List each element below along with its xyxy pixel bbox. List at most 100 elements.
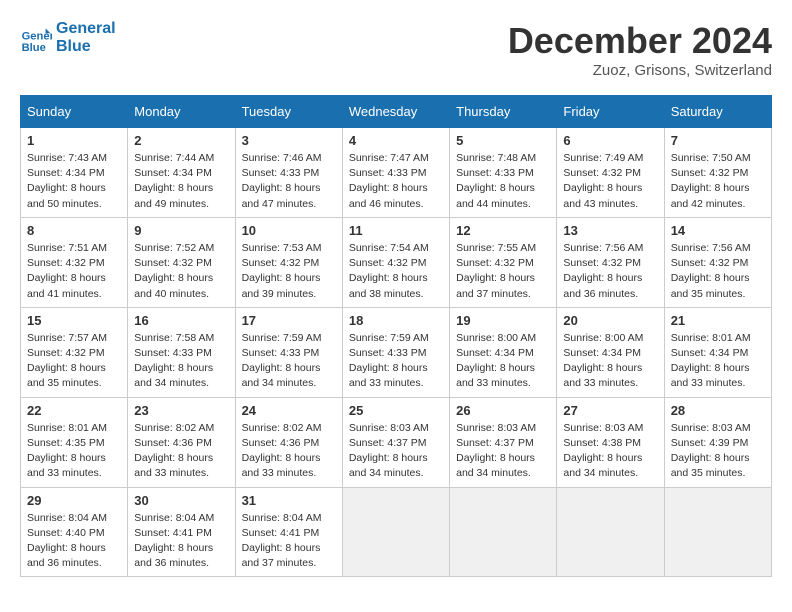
day-cell-9: 9 Sunrise: 7:52 AM Sunset: 4:32 PM Dayli… bbox=[128, 217, 235, 307]
day-info: Sunrise: 7:54 AM Sunset: 4:32 PM Dayligh… bbox=[349, 241, 443, 302]
day-number: 28 bbox=[671, 403, 765, 418]
calendar-table: Sunday Monday Tuesday Wednesday Thursday… bbox=[20, 95, 772, 577]
day-number: 29 bbox=[27, 493, 121, 508]
day-number: 4 bbox=[349, 133, 443, 148]
day-number: 25 bbox=[349, 403, 443, 418]
day-cell-11: 11 Sunrise: 7:54 AM Sunset: 4:32 PM Dayl… bbox=[342, 217, 449, 307]
day-info: Sunrise: 7:56 AM Sunset: 4:32 PM Dayligh… bbox=[563, 241, 657, 302]
day-cell-3: 3 Sunrise: 7:46 AM Sunset: 4:33 PM Dayli… bbox=[235, 128, 342, 218]
day-cell-6: 6 Sunrise: 7:49 AM Sunset: 4:32 PM Dayli… bbox=[557, 128, 664, 218]
day-info: Sunrise: 8:00 AM Sunset: 4:34 PM Dayligh… bbox=[456, 331, 550, 392]
week-row-2: 8 Sunrise: 7:51 AM Sunset: 4:32 PM Dayli… bbox=[21, 217, 772, 307]
header-wednesday: Wednesday bbox=[342, 96, 449, 128]
day-cell-18: 18 Sunrise: 7:59 AM Sunset: 4:33 PM Dayl… bbox=[342, 307, 449, 397]
day-cell-20: 20 Sunrise: 8:00 AM Sunset: 4:34 PM Dayl… bbox=[557, 307, 664, 397]
header-monday: Monday bbox=[128, 96, 235, 128]
day-info: Sunrise: 7:47 AM Sunset: 4:33 PM Dayligh… bbox=[349, 151, 443, 212]
day-number: 19 bbox=[456, 313, 550, 328]
day-info: Sunrise: 8:03 AM Sunset: 4:39 PM Dayligh… bbox=[671, 421, 765, 482]
day-number: 31 bbox=[242, 493, 336, 508]
day-info: Sunrise: 7:59 AM Sunset: 4:33 PM Dayligh… bbox=[349, 331, 443, 392]
day-number: 7 bbox=[671, 133, 765, 148]
day-cell-23: 23 Sunrise: 8:02 AM Sunset: 4:36 PM Dayl… bbox=[128, 397, 235, 487]
day-info: Sunrise: 7:58 AM Sunset: 4:33 PM Dayligh… bbox=[134, 331, 228, 392]
day-info: Sunrise: 8:03 AM Sunset: 4:37 PM Dayligh… bbox=[349, 421, 443, 482]
day-cell-17: 17 Sunrise: 7:59 AM Sunset: 4:33 PM Dayl… bbox=[235, 307, 342, 397]
day-number: 16 bbox=[134, 313, 228, 328]
month-title: December 2024 bbox=[508, 20, 772, 62]
day-number: 27 bbox=[563, 403, 657, 418]
day-number: 10 bbox=[242, 223, 336, 238]
day-cell-31: 31 Sunrise: 8:04 AM Sunset: 4:41 PM Dayl… bbox=[235, 487, 342, 577]
day-cell-5: 5 Sunrise: 7:48 AM Sunset: 4:33 PM Dayli… bbox=[450, 128, 557, 218]
day-number: 3 bbox=[242, 133, 336, 148]
logo-icon: General Blue bbox=[20, 22, 52, 54]
day-cell-28: 28 Sunrise: 8:03 AM Sunset: 4:39 PM Dayl… bbox=[664, 397, 771, 487]
week-row-4: 22 Sunrise: 8:01 AM Sunset: 4:35 PM Dayl… bbox=[21, 397, 772, 487]
day-cell-21: 21 Sunrise: 8:01 AM Sunset: 4:34 PM Dayl… bbox=[664, 307, 771, 397]
day-info: Sunrise: 7:55 AM Sunset: 4:32 PM Dayligh… bbox=[456, 241, 550, 302]
day-info: Sunrise: 8:03 AM Sunset: 4:37 PM Dayligh… bbox=[456, 421, 550, 482]
day-number: 30 bbox=[134, 493, 228, 508]
day-info: Sunrise: 8:04 AM Sunset: 4:40 PM Dayligh… bbox=[27, 511, 121, 572]
day-number: 6 bbox=[563, 133, 657, 148]
day-cell-8: 8 Sunrise: 7:51 AM Sunset: 4:32 PM Dayli… bbox=[21, 217, 128, 307]
day-number: 26 bbox=[456, 403, 550, 418]
day-number: 2 bbox=[134, 133, 228, 148]
day-cell-10: 10 Sunrise: 7:53 AM Sunset: 4:32 PM Dayl… bbox=[235, 217, 342, 307]
empty-cell bbox=[557, 487, 664, 577]
day-info: Sunrise: 7:57 AM Sunset: 4:32 PM Dayligh… bbox=[27, 331, 121, 392]
title-block: December 2024 Zuoz, Grisons, Switzerland bbox=[508, 20, 772, 79]
day-info: Sunrise: 8:01 AM Sunset: 4:34 PM Dayligh… bbox=[671, 331, 765, 392]
day-number: 13 bbox=[563, 223, 657, 238]
day-cell-27: 27 Sunrise: 8:03 AM Sunset: 4:38 PM Dayl… bbox=[557, 397, 664, 487]
empty-cell bbox=[450, 487, 557, 577]
day-cell-14: 14 Sunrise: 7:56 AM Sunset: 4:32 PM Dayl… bbox=[664, 217, 771, 307]
day-cell-26: 26 Sunrise: 8:03 AM Sunset: 4:37 PM Dayl… bbox=[450, 397, 557, 487]
day-number: 21 bbox=[671, 313, 765, 328]
day-cell-16: 16 Sunrise: 7:58 AM Sunset: 4:33 PM Dayl… bbox=[128, 307, 235, 397]
week-row-1: 1 Sunrise: 7:43 AM Sunset: 4:34 PM Dayli… bbox=[21, 128, 772, 218]
day-info: Sunrise: 7:49 AM Sunset: 4:32 PM Dayligh… bbox=[563, 151, 657, 212]
day-info: Sunrise: 8:00 AM Sunset: 4:34 PM Dayligh… bbox=[563, 331, 657, 392]
day-number: 1 bbox=[27, 133, 121, 148]
page-header: General Blue General Blue December 2024 … bbox=[20, 20, 772, 79]
day-info: Sunrise: 8:04 AM Sunset: 4:41 PM Dayligh… bbox=[242, 511, 336, 572]
day-info: Sunrise: 7:48 AM Sunset: 4:33 PM Dayligh… bbox=[456, 151, 550, 212]
day-info: Sunrise: 8:02 AM Sunset: 4:36 PM Dayligh… bbox=[134, 421, 228, 482]
header-sunday: Sunday bbox=[21, 96, 128, 128]
location: Zuoz, Grisons, Switzerland bbox=[508, 62, 772, 79]
header-thursday: Thursday bbox=[450, 96, 557, 128]
day-cell-12: 12 Sunrise: 7:55 AM Sunset: 4:32 PM Dayl… bbox=[450, 217, 557, 307]
day-cell-24: 24 Sunrise: 8:02 AM Sunset: 4:36 PM Dayl… bbox=[235, 397, 342, 487]
logo-line1: General bbox=[56, 20, 116, 38]
day-info: Sunrise: 7:46 AM Sunset: 4:33 PM Dayligh… bbox=[242, 151, 336, 212]
weekday-header-row: Sunday Monday Tuesday Wednesday Thursday… bbox=[21, 96, 772, 128]
day-info: Sunrise: 7:59 AM Sunset: 4:33 PM Dayligh… bbox=[242, 331, 336, 392]
empty-cell bbox=[342, 487, 449, 577]
header-tuesday: Tuesday bbox=[235, 96, 342, 128]
day-number: 24 bbox=[242, 403, 336, 418]
day-cell-1: 1 Sunrise: 7:43 AM Sunset: 4:34 PM Dayli… bbox=[21, 128, 128, 218]
day-info: Sunrise: 7:56 AM Sunset: 4:32 PM Dayligh… bbox=[671, 241, 765, 302]
day-number: 9 bbox=[134, 223, 228, 238]
day-cell-2: 2 Sunrise: 7:44 AM Sunset: 4:34 PM Dayli… bbox=[128, 128, 235, 218]
day-cell-4: 4 Sunrise: 7:47 AM Sunset: 4:33 PM Dayli… bbox=[342, 128, 449, 218]
day-cell-15: 15 Sunrise: 7:57 AM Sunset: 4:32 PM Dayl… bbox=[21, 307, 128, 397]
day-cell-30: 30 Sunrise: 8:04 AM Sunset: 4:41 PM Dayl… bbox=[128, 487, 235, 577]
svg-text:Blue: Blue bbox=[22, 42, 46, 54]
day-number: 8 bbox=[27, 223, 121, 238]
day-number: 5 bbox=[456, 133, 550, 148]
day-cell-25: 25 Sunrise: 8:03 AM Sunset: 4:37 PM Dayl… bbox=[342, 397, 449, 487]
day-info: Sunrise: 7:44 AM Sunset: 4:34 PM Dayligh… bbox=[134, 151, 228, 212]
day-info: Sunrise: 8:04 AM Sunset: 4:41 PM Dayligh… bbox=[134, 511, 228, 572]
logo: General Blue General Blue bbox=[20, 20, 116, 57]
day-number: 12 bbox=[456, 223, 550, 238]
day-number: 17 bbox=[242, 313, 336, 328]
day-cell-19: 19 Sunrise: 8:00 AM Sunset: 4:34 PM Dayl… bbox=[450, 307, 557, 397]
day-number: 11 bbox=[349, 223, 443, 238]
day-info: Sunrise: 7:52 AM Sunset: 4:32 PM Dayligh… bbox=[134, 241, 228, 302]
day-info: Sunrise: 8:01 AM Sunset: 4:35 PM Dayligh… bbox=[27, 421, 121, 482]
day-number: 22 bbox=[27, 403, 121, 418]
day-info: Sunrise: 7:53 AM Sunset: 4:32 PM Dayligh… bbox=[242, 241, 336, 302]
